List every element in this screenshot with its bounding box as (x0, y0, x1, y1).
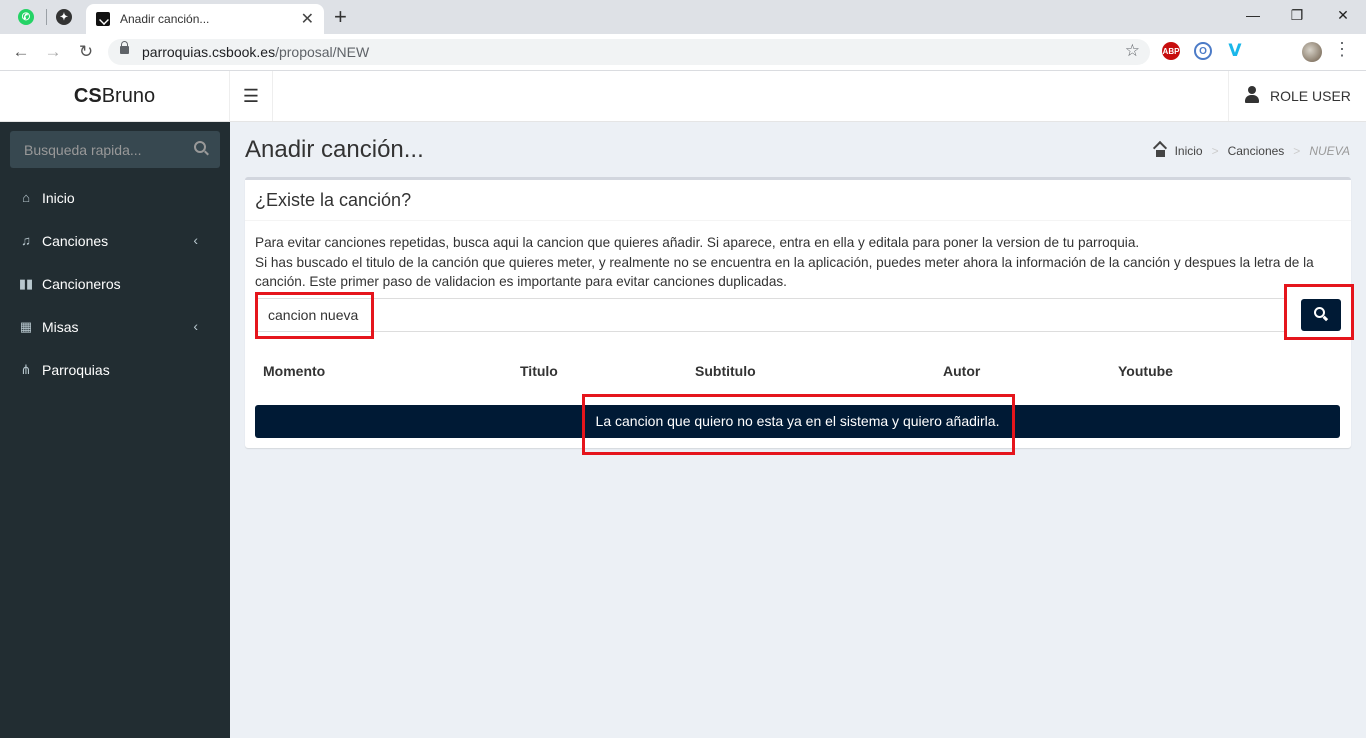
song-search-input[interactable] (268, 299, 1273, 331)
user-menu[interactable]: ROLE USER (1228, 71, 1366, 121)
tab-separator (46, 9, 47, 25)
sidebar-toggle-icon[interactable]: ☰ (230, 71, 273, 121)
description-line: Si has buscado el titulo de la canción q… (255, 254, 1314, 290)
sidebar-item-misas[interactable]: ▦ Misas ‹ (0, 306, 230, 349)
forward-button[interactable]: → (41, 41, 65, 63)
sidebar-item-cancioneros[interactable]: ▮▮ Cancioneros (0, 263, 230, 306)
music-icon: ♫ (21, 233, 31, 248)
chevron-left-icon: ‹ (193, 318, 198, 334)
search-input[interactable]: Busqueda rapida... (24, 142, 142, 158)
column-header-autor[interactable]: Autor (943, 363, 980, 379)
page-title: Anadir canción... (245, 136, 424, 163)
url-path: /proposal/NEW (275, 44, 370, 60)
breadcrumb-current: NUEVA (1309, 144, 1350, 158)
url-text[interactable]: parroquias.csbook.es/proposal/NEW (142, 44, 369, 60)
home-icon (1154, 146, 1167, 157)
column-header-titulo[interactable]: Titulo (520, 363, 558, 379)
breadcrumb-separator: > (1211, 144, 1219, 158)
breadcrumb-home[interactable]: Inicio (1175, 144, 1203, 158)
o-icon[interactable]: O (1194, 42, 1212, 60)
whatsapp-icon: ✆ (18, 9, 34, 25)
tab-title: Anadir canción... (120, 12, 210, 26)
breadcrumb: Inicio > Canciones > NUEVA (1154, 144, 1350, 158)
box-header: ¿Existe la canción? (245, 180, 1351, 221)
sidebar: Busqueda rapida... ⌂ Inicio ♫ Canciones … (0, 122, 230, 738)
sidebar-item-parroquias[interactable]: ⋔ Parroquias (0, 349, 230, 392)
app-header: ☰ ROLE USER (230, 71, 1366, 122)
search-icon[interactable] (194, 141, 206, 153)
calendar-icon: ▦ (19, 319, 33, 334)
sitemap-icon: ⋔ (20, 362, 32, 377)
restore-button[interactable]: ❐ (1282, 4, 1312, 26)
sidebar-item-inicio[interactable]: ⌂ Inicio (0, 177, 230, 220)
minimize-button[interactable]: — (1238, 4, 1268, 26)
breadcrumb-section[interactable]: Canciones (1228, 144, 1285, 158)
column-header-subtitulo[interactable]: Subtitulo (695, 363, 756, 379)
pinned-tab-twitter[interactable]: ✦ (48, 4, 80, 30)
browser-toolbar: ← → ↻ parroquias.csbook.es/proposal/NEW … (0, 34, 1366, 71)
sidebar-item-label: Misas (42, 319, 79, 335)
breadcrumb-separator: > (1293, 144, 1301, 158)
column-header-momento[interactable]: Momento (263, 363, 325, 379)
box-description: Para evitar canciones repetidas, busca a… (255, 233, 1345, 292)
song-search-field[interactable] (255, 298, 1285, 332)
book-icon: ▮▮ (18, 276, 34, 291)
logo-rest: Bruno (101, 85, 156, 107)
new-tab-button[interactable]: + (334, 4, 347, 30)
windows-icon[interactable] (1259, 42, 1274, 57)
profile-avatar[interactable] (1302, 42, 1322, 62)
sidebar-item-label: Inicio (42, 190, 75, 206)
sidebar-item-canciones[interactable]: ♫ Canciones ‹ (0, 220, 230, 263)
description-line: Para evitar canciones repetidas, busca a… (255, 235, 1140, 250)
twitter-icon: ✦ (56, 9, 72, 25)
bookmark-star-icon[interactable]: ☆ (1125, 41, 1140, 61)
box-title: ¿Existe la canción? (255, 190, 412, 210)
sidebar-item-label: Parroquias (42, 362, 110, 378)
sidebar-search[interactable]: Busqueda rapida... (10, 131, 220, 168)
user-role-label: ROLE USER (1270, 88, 1351, 104)
lock-icon (120, 41, 129, 54)
close-window-button[interactable]: ✕ (1328, 4, 1358, 26)
site-favicon-icon (96, 12, 110, 26)
annotation-search-button (1284, 284, 1354, 340)
address-bar[interactable]: parroquias.csbook.es/proposal/NEW ☆ (108, 39, 1150, 65)
pinned-tab-whatsapp[interactable]: ✆ (10, 4, 42, 30)
active-tab[interactable]: Anadir canción... ✕ (86, 4, 324, 34)
abp-icon[interactable]: ABP (1162, 42, 1180, 60)
browser-menu-icon[interactable]: ⋮ (1333, 39, 1351, 60)
url-host: parroquias.csbook.es (142, 44, 276, 60)
close-tab-icon[interactable]: ✕ (301, 9, 314, 29)
column-header-youtube[interactable]: Youtube (1118, 363, 1173, 379)
logo-bold: CS (73, 85, 102, 107)
back-button[interactable]: ← (9, 41, 33, 63)
user-icon (1245, 86, 1259, 104)
sidebar-item-label: Cancioneros (42, 276, 121, 292)
browser-tab-strip: ✆ ✦ Anadir canción... ✕ + — ❐ ✕ (0, 0, 1366, 34)
app-logo[interactable]: CSBruno (0, 71, 230, 122)
v-icon[interactable]: V (1226, 41, 1244, 61)
annotation-add-button (582, 394, 1015, 455)
chevron-left-icon: ‹ (193, 232, 198, 248)
reload-button[interactable]: ↻ (74, 41, 98, 63)
annotation-search-field (255, 292, 374, 339)
sidebar-item-label: Canciones (42, 233, 109, 249)
home-icon: ⌂ (22, 190, 30, 205)
